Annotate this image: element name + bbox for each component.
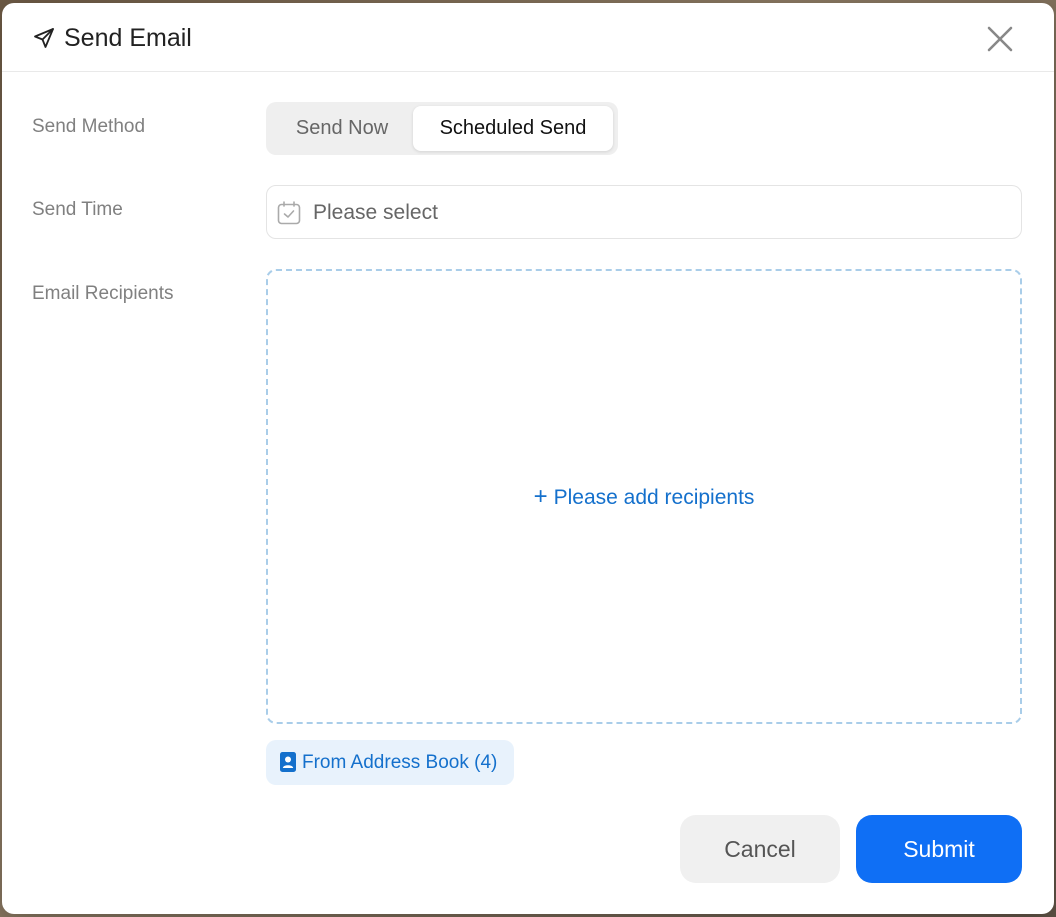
add-recipients-text: Please add recipients	[553, 486, 755, 509]
scheduled-send-option[interactable]: Scheduled Send	[413, 106, 613, 151]
recipients-drop-area[interactable]: + Please add recipients	[266, 269, 1022, 724]
dialog-header: Send Email	[2, 3, 1054, 72]
paper-plane-icon	[34, 28, 54, 48]
send-email-dialog: Send Email Send Method Send Now Schedule…	[2, 3, 1054, 914]
add-recipients-link[interactable]: + Please add recipients	[268, 483, 1020, 512]
submit-button[interactable]: Submit	[856, 815, 1022, 883]
plus-icon: +	[533, 483, 548, 510]
cancel-button[interactable]: Cancel	[680, 815, 840, 883]
send-time-placeholder: Please select	[313, 201, 438, 224]
email-recipients-label: Email Recipients	[32, 283, 174, 304]
address-book-label: From Address Book (4)	[302, 752, 498, 773]
contact-book-icon	[280, 752, 296, 772]
dialog-title: Send Email	[64, 24, 192, 52]
send-time-picker[interactable]: Please select	[266, 185, 1022, 239]
from-address-book-button[interactable]: From Address Book (4)	[266, 740, 514, 785]
send-now-option[interactable]: Send Now	[272, 106, 412, 151]
close-icon[interactable]	[984, 23, 1016, 55]
send-method-segmented-control: Send Now Scheduled Send	[266, 102, 618, 155]
calendar-check-icon	[277, 201, 301, 225]
send-method-label: Send Method	[32, 116, 146, 137]
send-time-label: Send Time	[32, 199, 123, 220]
